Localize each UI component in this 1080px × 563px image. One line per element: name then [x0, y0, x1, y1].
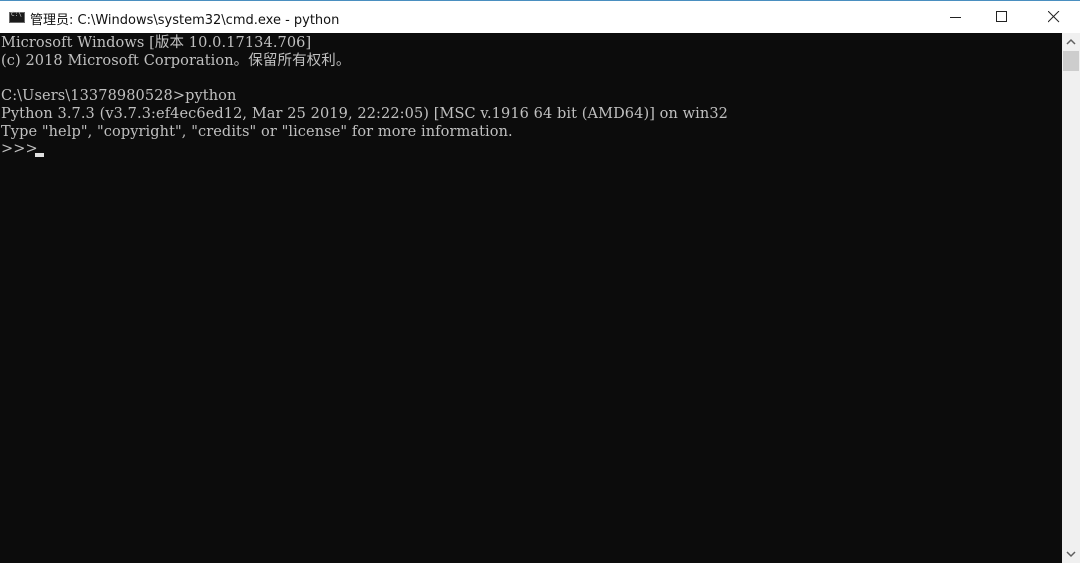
text-cursor	[35, 153, 44, 157]
minimize-icon	[950, 17, 961, 18]
console-line: Microsoft Windows [版本 10.0.17134.706]	[1, 35, 312, 51]
chevron-down-icon	[1066, 551, 1076, 558]
scroll-thumb[interactable]	[1063, 51, 1079, 71]
scroll-down-button[interactable]	[1062, 546, 1080, 563]
close-button[interactable]	[1031, 1, 1077, 34]
scroll-up-button[interactable]	[1062, 33, 1080, 50]
chevron-up-icon	[1066, 38, 1076, 45]
console-output[interactable]: Microsoft Windows [版本 10.0.17134.706] (c…	[0, 33, 1062, 563]
cmd-icon[interactable]	[9, 11, 25, 23]
maximize-button[interactable]	[979, 1, 1025, 34]
window-title: 管理员: C:\Windows\system32\cmd.exe - pytho…	[30, 13, 340, 28]
console-line: C:\Users\13378980528>python	[1, 88, 237, 104]
minimize-button[interactable]	[933, 1, 979, 34]
vertical-scrollbar[interactable]	[1062, 33, 1080, 563]
console-line: (c) 2018 Microsoft Corporation。保留所有权利。	[1, 53, 351, 69]
close-icon	[1048, 11, 1060, 23]
console-line: Type "help", "copyright", "credits" or "…	[1, 124, 513, 140]
maximize-icon	[996, 11, 1007, 22]
title-bar[interactable]: 管理员: C:\Windows\system32\cmd.exe - pytho…	[0, 0, 1080, 33]
console-line: Python 3.7.3 (v3.7.3:ef4ec6ed12, Mar 25 …	[1, 106, 728, 122]
